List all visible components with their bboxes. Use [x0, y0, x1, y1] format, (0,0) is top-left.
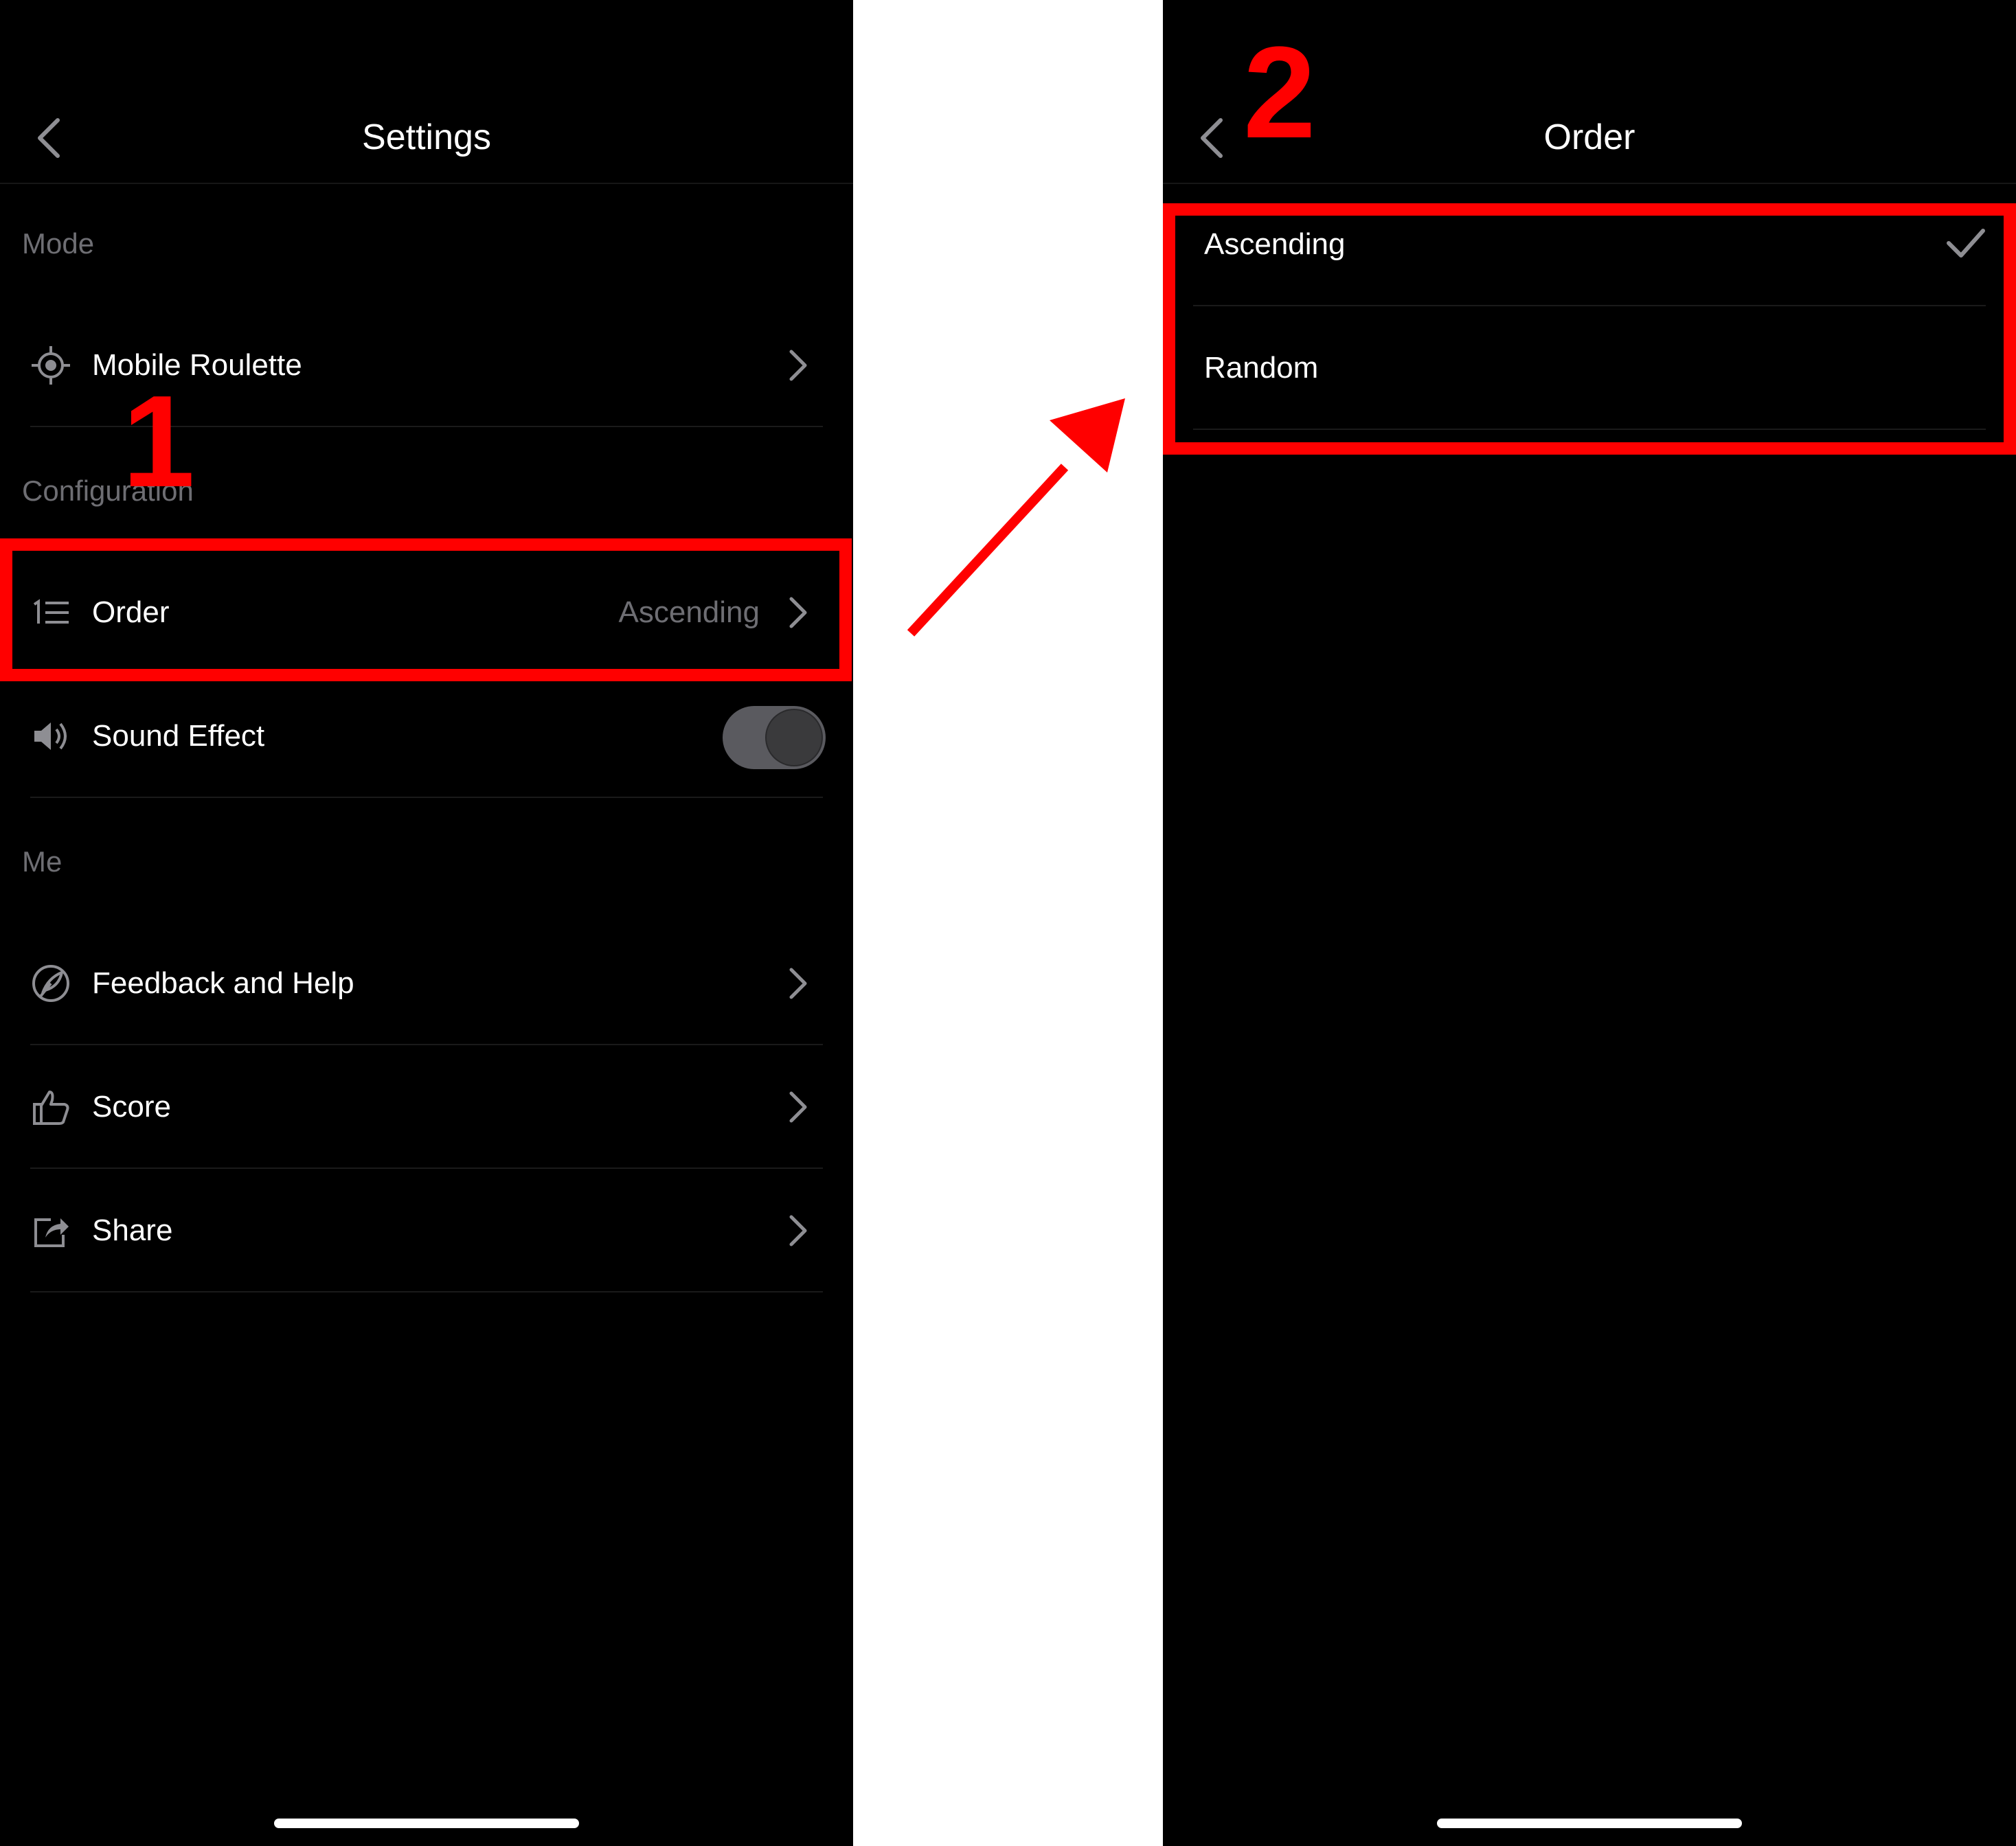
page-title: Settings	[362, 117, 491, 157]
chevron-right-icon	[784, 346, 812, 385]
step-number-2: 2	[1243, 20, 1316, 166]
divider	[30, 797, 823, 798]
highlight-box-order-row	[0, 538, 852, 681]
section-title-mode: Mode	[22, 227, 95, 260]
settings-nav-bar: Settings	[0, 0, 853, 184]
divider	[30, 1291, 823, 1292]
sound-effect-toggle[interactable]	[723, 706, 826, 769]
toggle-knob	[767, 710, 822, 765]
highlight-box-order-options	[1163, 203, 2016, 455]
row-share[interactable]: Share	[0, 1169, 853, 1292]
speaker-icon	[30, 716, 71, 757]
target-icon	[30, 345, 71, 386]
row-label: Share	[92, 1213, 173, 1247]
row-feedback-and-help[interactable]: Feedback and Help	[0, 922, 853, 1045]
feather-pen-icon	[30, 963, 71, 1004]
chevron-right-icon	[784, 1211, 812, 1250]
thumbs-up-icon	[30, 1086, 71, 1128]
share-icon	[30, 1210, 71, 1251]
home-indicator	[1437, 1819, 1742, 1828]
chevron-right-icon	[784, 1088, 812, 1126]
chevron-right-icon	[784, 964, 812, 1003]
row-label: Sound Effect	[92, 719, 265, 753]
section-title-me: Me	[22, 845, 63, 878]
row-sound-effect: Sound Effect	[0, 674, 853, 798]
step-number-1: 1	[122, 369, 195, 514]
row-label: Score	[92, 1090, 171, 1124]
step-arrow-icon	[907, 398, 1125, 637]
home-indicator	[274, 1819, 579, 1828]
row-score[interactable]: Score	[0, 1045, 853, 1169]
settings-screen: Settings Mode Mobile Roulette Configurat…	[0, 0, 853, 1846]
row-label: Feedback and Help	[92, 966, 354, 1000]
